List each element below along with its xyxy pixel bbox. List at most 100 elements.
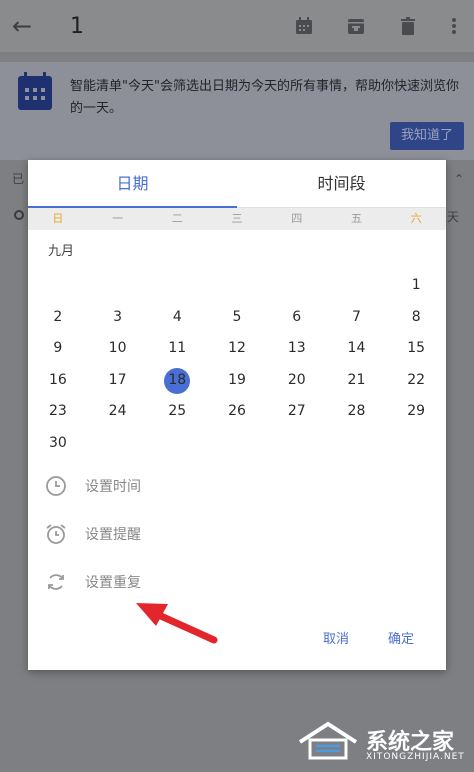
calendar-empty-cell [267,270,327,302]
banner-text: 智能清单"今天"会筛选出日期为今天的所有事情，帮助你快速浏览你的一天。 [70,79,459,116]
calendar-day[interactable]: 27 [267,396,327,428]
calendar-day[interactable]: 30 [28,428,88,460]
calendar-day[interactable]: 5 [207,302,267,334]
calendar-day[interactable]: 21 [327,365,387,397]
calendar-day[interactable]: 9 [28,333,88,365]
set-reminder-label: 设置提醒 [85,527,141,543]
clock-icon [46,476,66,496]
calendar-day[interactable]: 6 [267,302,327,334]
got-it-button[interactable]: 我知道了 [390,122,464,150]
calendar-day[interactable]: 3 [88,302,148,334]
calendar-day[interactable]: 10 [88,333,148,365]
calendar-empty-cell [207,428,267,460]
trash-icon[interactable] [382,16,434,36]
calendar-day[interactable]: 16 [28,365,88,397]
calendar-day[interactable]: 23 [28,396,88,428]
calendar-day-number: 1 [411,277,421,293]
calendar-day[interactable]: 26 [207,396,267,428]
weekday-wed: 三 [231,212,243,225]
calendar-week-row: 1 [28,270,446,302]
calendar-empty-cell [267,428,327,460]
calendar-day[interactable]: 20 [267,365,327,397]
calendar-day-number: 20 [287,371,306,388]
calendar-week-row: 23 24 25 26 27 28 29 [28,396,446,428]
calendar-day-number: 16 [48,371,67,388]
cancel-button[interactable]: 取消 [323,628,349,647]
calendar-day[interactable]: 11 [147,333,207,365]
calendar-day[interactable]: 17 [88,365,148,397]
set-time-option[interactable]: 设置时间 [28,466,446,506]
tab-time-range[interactable]: 时间段 [237,160,446,207]
section-label: 已 [12,172,25,186]
calendar-day[interactable]: 8 [386,302,446,334]
calendar-day[interactable]: 19 [207,365,267,397]
weekday-header: 日 一 二 三 四 五 六 [28,208,446,230]
calendar-day-number: 18 [168,371,187,388]
today-info-banner: 智能清单"今天"会筛选出日期为今天的所有事情，帮助你快速浏览你的一天。 我知道了 [0,62,474,160]
calendar-day-number: 12 [228,340,246,357]
calendar-day-selected[interactable]: 18 [147,365,207,397]
chevron-up-icon[interactable]: ⌃ [454,172,464,186]
calendar-empty-cell [88,270,148,302]
date-picker-dialog: 日期 时间段 日 一 二 三 四 五 六 九月 1 2 3 4 5 6 7 8 9 10 11 12 1… [28,160,446,670]
calendar-day-number: 23 [48,403,67,420]
calendar-day[interactable]: 2 [28,302,88,334]
calendar-day[interactable]: 1 [386,270,446,302]
calendar-day[interactable]: 12 [207,333,267,365]
calendar-day-number: 29 [407,403,426,420]
calendar-empty-cell [147,270,207,302]
calendar-day-number: 28 [347,403,366,420]
calendar-day-number: 10 [108,340,127,357]
calendar-day[interactable]: 29 [386,396,446,428]
weekday-fri: 五 [350,212,362,225]
calendar-empty-cell [88,428,148,460]
watermark-subtext: XITONGZHIJIA.NET [366,752,465,762]
calendar-day[interactable]: 13 [267,333,327,365]
tab-date[interactable]: 日期 [28,160,237,207]
calendar-day[interactable]: 28 [327,396,387,428]
calendar-day-number: 22 [407,371,426,388]
calendar-day-number: 6 [292,308,302,325]
calendar-day-number: 8 [411,308,421,325]
calendar-day-number: 4 [172,308,182,325]
set-repeat-option[interactable]: 设置重复 [28,562,446,602]
calendar-day-number: 27 [287,403,306,420]
calendar-day-number: 2 [53,308,63,325]
weekday-sun: 日 [52,212,64,225]
calendar-empty-cell [207,270,267,302]
calendar-day[interactable]: 25 [147,396,207,428]
house-logo-icon [298,721,358,760]
calendar-empty-cell [147,428,207,460]
calendar-day[interactable]: 24 [88,396,148,428]
set-reminder-option[interactable]: 设置提醒 [28,514,446,554]
calendar-day[interactable]: 15 [386,333,446,365]
calendar-day-number: 26 [228,403,246,420]
calendar-week-row: 2 3 4 5 6 7 8 [28,302,446,334]
weekday-tue: 二 [171,212,183,225]
app-bar: ← 1 [0,0,474,52]
weekday-thu: 四 [291,212,303,225]
dialog-actions: 取消 确定 [28,628,446,652]
calendar-day[interactable]: 14 [327,333,387,365]
calendar-day-number: 24 [108,403,127,420]
arrow-left-icon[interactable]: ← [0,12,44,40]
alarm-icon [46,524,66,544]
confirm-button[interactable]: 确定 [388,628,414,647]
task-date-label: 天 [447,210,460,224]
task-checkbox[interactable] [14,210,24,220]
calendar-day-number: 3 [113,308,123,325]
calendar-day[interactable]: 4 [147,302,207,334]
dialog-tabs: 日期 时间段 [28,160,446,208]
more-vert-icon[interactable] [434,16,474,36]
calendar-empty-cell [386,428,446,460]
calendar-day-number: 9 [53,340,63,357]
repeat-icon [48,574,64,590]
archive-icon[interactable] [330,16,382,36]
calendar-day[interactable]: 22 [386,365,446,397]
calendar-day-number: 30 [48,434,67,451]
calendar-week-row: 30 [28,428,446,460]
calendar-week-row: 9 10 11 12 13 14 15 [28,333,446,365]
calendar-day[interactable]: 7 [327,302,387,334]
calendar-icon[interactable] [278,16,330,36]
calendar-day-number: 13 [287,340,306,357]
